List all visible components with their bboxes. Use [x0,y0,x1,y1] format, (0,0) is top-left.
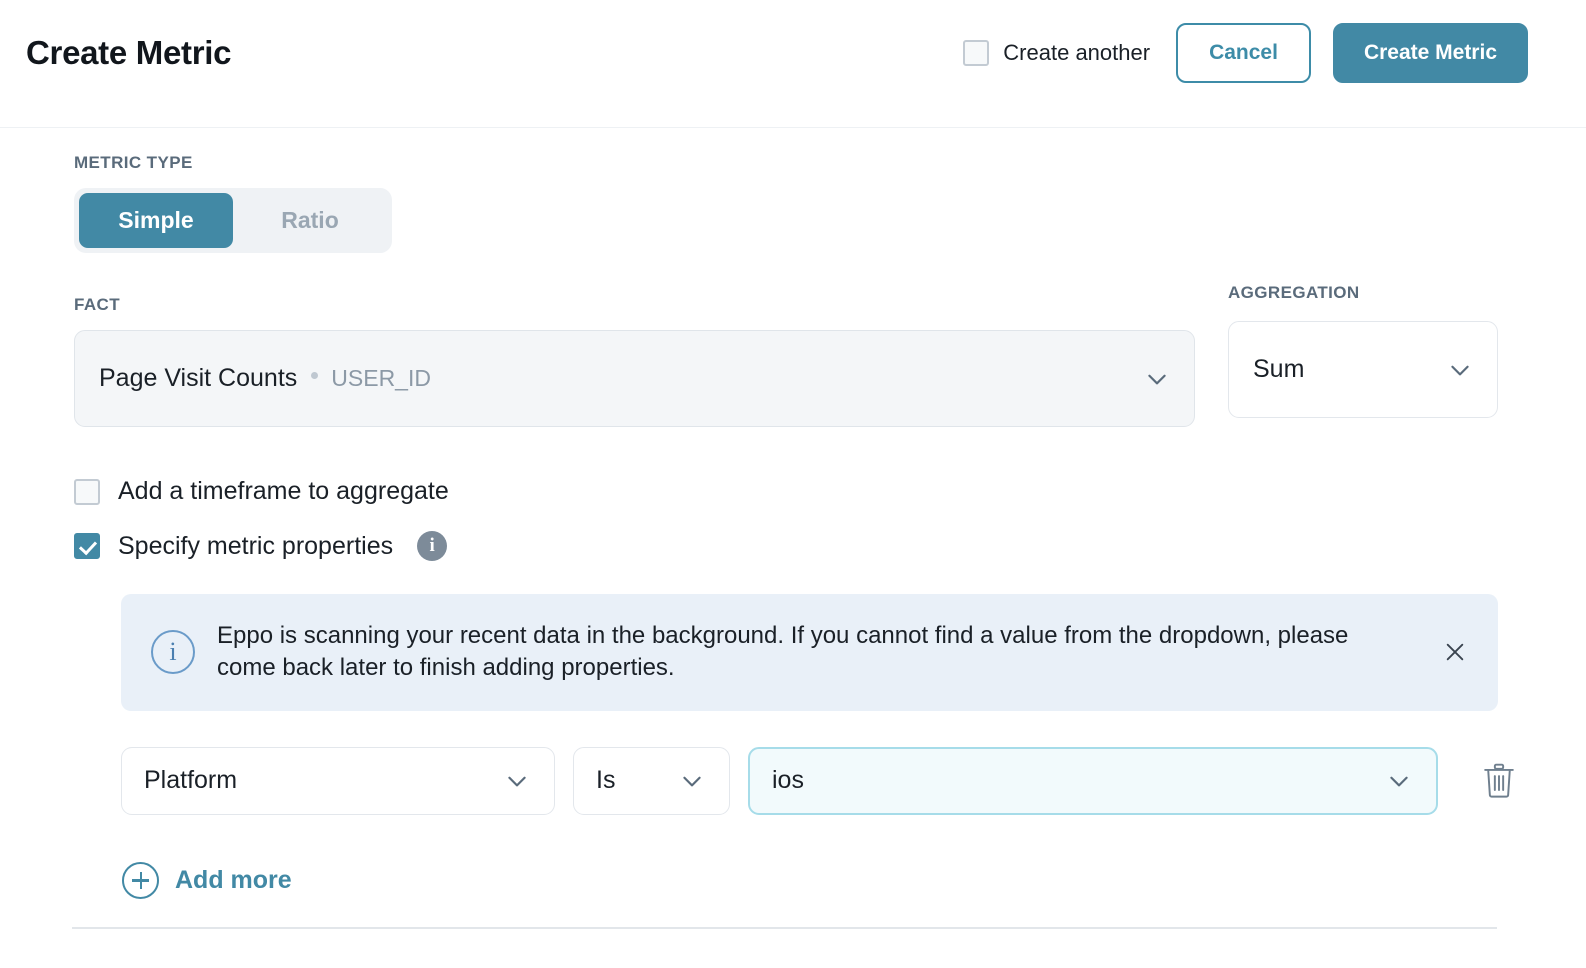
property-name-select[interactable]: Platform [121,747,555,815]
close-icon[interactable] [1444,641,1466,663]
info-icon[interactable]: i [417,531,447,561]
fact-select-value: Page Visit Counts USER_ID [75,364,431,393]
fact-name: Page Visit Counts [99,364,297,393]
aggregation-select[interactable]: Sum [1228,321,1498,418]
add-more-label: Add more [175,866,292,895]
fact-separator-dot [311,372,318,379]
metric-type-option-simple[interactable]: Simple [79,193,233,248]
property-value-select[interactable]: ios [748,747,1438,815]
create-another-label: Create another [1003,40,1150,66]
create-another-checkbox-box[interactable] [963,40,989,66]
timeframe-checkbox-label: Add a timeframe to aggregate [118,477,449,506]
chevron-down-icon [1386,768,1412,794]
create-metric-page: Create Metric Create another Cancel Crea… [0,0,1586,968]
aggregation-column: AGGREGATION Sum [1228,283,1498,418]
property-operator-value: Is [574,766,615,795]
info-circle-icon: i [151,630,195,674]
header-actions: Create another Cancel Create Metric [963,23,1528,83]
trash-icon [1482,763,1516,799]
metric-type-label: METRIC TYPE [74,153,1586,173]
aggregation-value: Sum [1229,355,1304,384]
section-divider [72,927,1497,929]
plus-circle-icon [122,862,159,899]
chevron-down-icon [1144,366,1170,392]
property-value-text: ios [750,766,804,795]
property-filter-row: Platform Is ios [121,747,1586,815]
delete-property-button[interactable] [1477,758,1521,804]
page-title: Create Metric [26,36,231,69]
chevron-down-icon [679,768,705,794]
property-operator-select[interactable]: Is [573,747,730,815]
create-another-checkbox[interactable]: Create another [963,40,1150,66]
fact-entity: USER_ID [331,365,431,392]
specify-properties-checkbox-row[interactable]: Specify metric properties i [74,531,1586,561]
aggregation-label: AGGREGATION [1228,283,1498,303]
chevron-down-icon [504,768,530,794]
timeframe-checkbox-box[interactable] [74,479,100,505]
page-header: Create Metric Create another Cancel Crea… [0,0,1586,128]
form-body: METRIC TYPE Simple Ratio FACT Page Visit… [0,153,1586,904]
create-metric-button[interactable]: Create Metric [1333,23,1528,83]
chevron-down-icon [1447,357,1473,383]
add-more-button[interactable]: Add more [122,862,292,899]
metric-type-segmented-control[interactable]: Simple Ratio [74,188,392,253]
property-name-value: Platform [122,766,237,795]
fact-select[interactable]: Page Visit Counts USER_ID [74,330,1195,427]
timeframe-checkbox-row[interactable]: Add a timeframe to aggregate [74,477,1586,506]
scanning-info-banner: i Eppo is scanning your recent data in t… [121,594,1498,711]
specify-properties-checkbox-label: Specify metric properties [118,532,393,561]
specify-properties-checkbox-box[interactable] [74,533,100,559]
scanning-info-banner-text: Eppo is scanning your recent data in the… [217,620,1407,685]
metric-type-option-ratio[interactable]: Ratio [233,193,387,248]
cancel-button[interactable]: Cancel [1176,23,1311,83]
